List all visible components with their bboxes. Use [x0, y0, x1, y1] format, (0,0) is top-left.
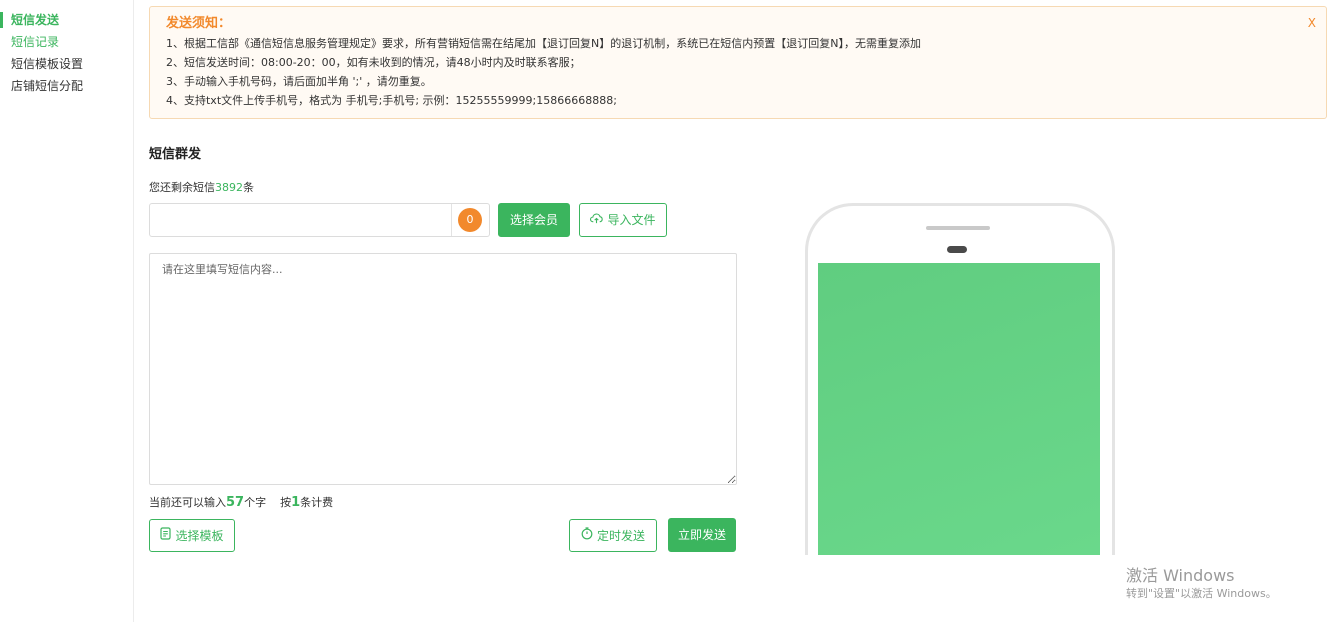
- select-member-button[interactable]: 选择会员: [498, 203, 570, 237]
- remaining-prefix: 您还剩余短信: [149, 181, 215, 194]
- watermark-line2: 转到"设置"以激活 Windows。: [1126, 587, 1277, 600]
- billing-suffix: 条计费: [300, 496, 334, 509]
- phone-preview-cutoff: [790, 555, 1130, 622]
- notice-panel: 发送须知： 1、根据工信部《通信短信息服务管理规定》要求，所有营销短信需在结尾加…: [149, 6, 1327, 119]
- watermark-line1: 激活 Windows: [1126, 566, 1235, 585]
- phone-number-input[interactable]: [150, 204, 452, 236]
- phone-preview-screen: [818, 263, 1100, 555]
- phone-camera: [947, 246, 967, 253]
- notice-line: 1、根据工信部《通信短信息服务管理规定》要求，所有营销短信需在结尾加【退订回复N…: [166, 37, 921, 50]
- notice-title: 发送须知：: [166, 16, 232, 31]
- select-member-label: 选择会员: [509, 213, 558, 227]
- cloud-upload-icon: [590, 204, 604, 236]
- sidebar: 短信发送 短信记录 短信模板设置 店铺短信分配: [0, 0, 134, 622]
- notice-line: 3、手动输入手机号码，请后面加半角 ';' ，请勿重复。: [166, 75, 432, 88]
- billing-prefix: 按: [280, 496, 292, 509]
- send-now-label: 立即发送: [677, 528, 726, 542]
- remaining-sms-text: 您还剩余短信3892条: [149, 179, 254, 195]
- sms-content-textarea[interactable]: [149, 253, 737, 485]
- document-icon: [160, 520, 172, 552]
- scheduled-send-label: 定时发送: [596, 529, 645, 543]
- select-template-label: 选择模板: [175, 529, 224, 543]
- import-file-button[interactable]: 导入文件: [579, 203, 667, 237]
- select-template-button[interactable]: 选择模板: [149, 519, 235, 552]
- scheduled-send-button[interactable]: 定时发送: [569, 519, 657, 552]
- windows-activation-watermark: 激活 Windows 转到"设置"以激活 Windows。: [1126, 566, 1277, 602]
- sidebar-item-sms-records[interactable]: 短信记录: [0, 31, 133, 53]
- remaining-suffix: 条: [243, 181, 254, 194]
- stopwatch-icon: [581, 520, 593, 552]
- sidebar-item-store-sms-allocation[interactable]: 店铺短信分配: [0, 75, 133, 97]
- sidebar-item-sms-send[interactable]: 短信发送: [0, 9, 133, 31]
- notice-line: 4、支持txt文件上传手机号，格式为 手机号;手机号; 示例：152555599…: [166, 94, 617, 107]
- notice-close-button[interactable]: X: [1308, 16, 1316, 30]
- send-now-button[interactable]: 立即发送: [668, 518, 736, 552]
- notice-line: 2、短信发送时间：08:00-20：00，如有未收到的情况，请48小时内及时联系…: [166, 56, 581, 69]
- char-count-info: 当前还可以输入57个字 按1条计费: [149, 494, 333, 510]
- char-info-prefix: 当前还可以输入: [149, 496, 226, 509]
- remaining-count: 3892: [215, 181, 243, 194]
- page-title: 短信群发: [149, 147, 202, 162]
- billing-count: 1: [291, 495, 301, 510]
- import-file-label: 导入文件: [607, 213, 656, 227]
- phone-number-field: [149, 203, 490, 237]
- sidebar-item-template-settings[interactable]: 短信模板设置: [0, 53, 133, 75]
- phone-speaker: [926, 226, 990, 230]
- remaining-chars: 57: [226, 495, 245, 510]
- char-info-mid: 个字: [244, 496, 267, 509]
- phone-count-badge: 0: [458, 208, 482, 232]
